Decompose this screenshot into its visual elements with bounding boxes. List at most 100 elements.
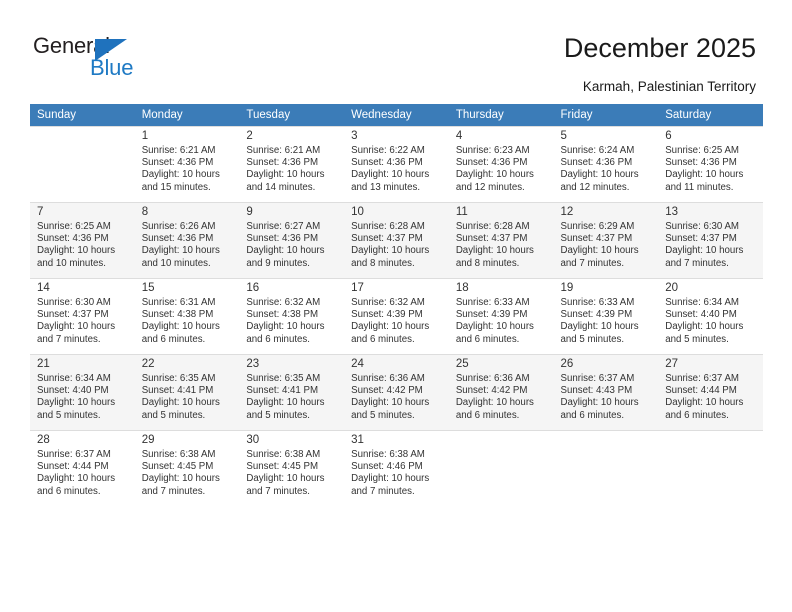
calendar-day-cell[interactable]: 8 Sunrise: 6:26 AM Sunset: 4:36 PM Dayli…	[134, 202, 240, 278]
calendar-day-cell[interactable]: 5 Sunrise: 6:24 AM Sunset: 4:36 PM Dayli…	[553, 126, 659, 202]
daylight-text-line2: and 14 minutes.	[246, 181, 316, 193]
daylight-text-line2: and 7 minutes.	[351, 485, 415, 497]
calendar-day-cell[interactable]: 29 Sunrise: 6:38 AM Sunset: 4:45 PM Dayl…	[134, 430, 240, 506]
sunset-text: Sunset: 4:36 PM	[37, 233, 109, 245]
sunset-text: Sunset: 4:44 PM	[665, 385, 737, 397]
sunrise-text: Sunrise: 6:28 AM	[455, 221, 530, 232]
calendar-day-cell[interactable]: 23 Sunrise: 6:35 AM Sunset: 4:41 PM Dayl…	[239, 354, 345, 430]
day-details: Sunrise: 6:37 AM Sunset: 4:44 PM Dayligh…	[37, 449, 129, 498]
day-details: Sunrise: 6:29 AM Sunset: 4:37 PM Dayligh…	[561, 221, 653, 270]
day-details: Sunrise: 6:38 AM Sunset: 4:45 PM Dayligh…	[142, 449, 234, 498]
day-number: 9	[246, 206, 253, 218]
calendar-day-cell[interactable]: 14 Sunrise: 6:30 AM Sunset: 4:37 PM Dayl…	[30, 278, 135, 354]
calendar-day-cell[interactable]: 28 Sunrise: 6:37 AM Sunset: 4:44 PM Dayl…	[30, 430, 135, 506]
daylight-text-line2: and 7 minutes.	[665, 257, 729, 269]
calendar-day-cell[interactable]: 18 Sunrise: 6:33 AM Sunset: 4:39 PM Dayl…	[448, 278, 554, 354]
sunrise-text: Sunrise: 6:26 AM	[141, 221, 216, 232]
calendar-day-cell[interactable]: 25 Sunrise: 6:36 AM Sunset: 4:42 PM Dayl…	[448, 354, 554, 430]
sunrise-text: Sunrise: 6:38 AM	[351, 449, 425, 460]
calendar-day-cell[interactable]: 17 Sunrise: 6:32 AM Sunset: 4:39 PM Dayl…	[344, 278, 449, 354]
page-subtitle-location: Karmah, Palestinian Territory	[582, 79, 756, 94]
sunrise-text: Sunrise: 6:25 AM	[37, 221, 111, 232]
calendar-day-cell[interactable]: 26 Sunrise: 6:37 AM Sunset: 4:43 PM Dayl…	[553, 354, 659, 430]
sunset-text: Sunset: 4:36 PM	[141, 157, 214, 169]
calendar-day-cell[interactable]: 31 Sunrise: 6:38 AM Sunset: 4:46 PM Dayl…	[344, 430, 449, 506]
daylight-text-line1: Daylight: 10 hours	[141, 245, 220, 257]
calendar-day-cell[interactable]: 10 Sunrise: 6:28 AM Sunset: 4:37 PM Dayl…	[344, 202, 449, 278]
sunrise-text: Sunrise: 6:35 AM	[246, 373, 321, 384]
calendar-day-cell[interactable]: 19 Sunrise: 6:33 AM Sunset: 4:39 PM Dayl…	[553, 278, 659, 354]
calendar-day-cell[interactable]: 27 Sunrise: 6:37 AM Sunset: 4:44 PM Dayl…	[658, 354, 763, 430]
day-number: 4	[455, 130, 463, 142]
calendar-day-cell[interactable]: 12 Sunrise: 6:29 AM Sunset: 4:37 PM Dayl…	[553, 202, 659, 278]
general-blue-logo[interactable]: General Blue	[33, 33, 233, 89]
calendar-day-cell[interactable]: 16 Sunrise: 6:32 AM Sunset: 4:38 PM Dayl…	[239, 278, 345, 354]
sunrise-text: Sunrise: 6:38 AM	[246, 449, 321, 460]
daylight-text-line2: and 11 minutes.	[665, 181, 734, 193]
daylight-text-line2: and 10 minutes.	[37, 257, 106, 269]
calendar-day-cell[interactable]: 6 Sunrise: 6:25 AM Sunset: 4:36 PM Dayli…	[658, 126, 763, 202]
weekday-header-friday: Friday	[553, 104, 659, 126]
daylight-text-line2: and 6 minutes.	[665, 409, 729, 421]
daylight-text-line1: Daylight: 10 hours	[351, 397, 430, 409]
sunset-text: Sunset: 4:39 PM	[455, 309, 528, 321]
sunset-text: Sunset: 4:36 PM	[351, 157, 423, 169]
daylight-text-line2: and 8 minutes.	[455, 257, 520, 269]
daylight-text-line1: Daylight: 10 hours	[246, 245, 325, 257]
weekday-header-monday: Monday	[134, 104, 240, 126]
daylight-text-line1: Daylight: 10 hours	[560, 397, 639, 409]
daylight-text-line1: Daylight: 10 hours	[560, 321, 639, 333]
sunset-text: Sunset: 4:45 PM	[141, 461, 214, 473]
day-number: 24	[351, 358, 364, 370]
sunset-text: Sunset: 4:43 PM	[560, 385, 633, 397]
daylight-text-line2: and 7 minutes.	[246, 485, 310, 497]
day-number: 30	[246, 434, 260, 446]
daylight-text-line2: and 9 minutes.	[246, 257, 310, 269]
calendar-day-cell[interactable]: 1 Sunrise: 6:21 AM Sunset: 4:36 PM Dayli…	[134, 126, 240, 202]
sunrise-text: Sunrise: 6:25 AM	[665, 145, 739, 156]
day-number: 27	[665, 358, 679, 370]
daylight-text-line1: Daylight: 10 hours	[246, 473, 325, 485]
sunrise-text: Sunrise: 6:27 AM	[246, 221, 321, 232]
daylight-text-line1: Daylight: 10 hours	[455, 169, 534, 181]
calendar-day-cell[interactable]: 30 Sunrise: 6:38 AM Sunset: 4:45 PM Dayl…	[239, 430, 345, 506]
calendar-day-cell[interactable]: 22 Sunrise: 6:35 AM Sunset: 4:41 PM Dayl…	[134, 354, 240, 430]
calendar-day-cell[interactable]: 2 Sunrise: 6:21 AM Sunset: 4:36 PM Dayli…	[239, 126, 345, 202]
calendar-day-cell[interactable]: 11 Sunrise: 6:28 AM Sunset: 4:37 PM Dayl…	[448, 202, 554, 278]
calendar-day-cell[interactable]: 9 Sunrise: 6:27 AM Sunset: 4:36 PM Dayli…	[239, 202, 345, 278]
daylight-text-line2: and 6 minutes.	[455, 409, 520, 421]
daylight-text-line1: Daylight: 10 hours	[246, 321, 325, 333]
sunrise-text: Sunrise: 6:28 AM	[351, 221, 425, 232]
sunset-text: Sunset: 4:38 PM	[246, 309, 319, 321]
calendar-day-cell[interactable]: 15 Sunrise: 6:31 AM Sunset: 4:38 PM Dayl…	[134, 278, 240, 354]
sunset-text: Sunset: 4:36 PM	[246, 157, 319, 169]
calendar-day-cell[interactable]: 7 Sunrise: 6:25 AM Sunset: 4:36 PM Dayli…	[30, 202, 135, 278]
daylight-text-line2: and 6 minutes.	[351, 333, 415, 345]
sunset-text: Sunset: 4:37 PM	[351, 233, 423, 245]
weekday-header-wednesday: Wednesday	[344, 104, 449, 126]
daylight-text-line1: Daylight: 10 hours	[141, 473, 220, 485]
calendar-day-cell[interactable]: 13 Sunrise: 6:30 AM Sunset: 4:37 PM Dayl…	[658, 202, 763, 278]
calendar-day-cell[interactable]: 4 Sunrise: 6:23 AM Sunset: 4:36 PM Dayli…	[448, 126, 554, 202]
sunrise-text: Sunrise: 6:31 AM	[141, 297, 216, 308]
calendar-day-cell[interactable]: 3 Sunrise: 6:22 AM Sunset: 4:36 PM Dayli…	[344, 126, 449, 202]
calendar-day-cell[interactable]: 20 Sunrise: 6:34 AM Sunset: 4:40 PM Dayl…	[658, 278, 763, 354]
daylight-text-line1: Daylight: 10 hours	[141, 397, 220, 409]
day-number: 6	[665, 130, 672, 142]
daylight-text-line1: Daylight: 10 hours	[455, 397, 534, 409]
calendar-day-cell	[448, 430, 554, 506]
daylight-text-line1: Daylight: 10 hours	[246, 169, 325, 181]
day-number: 3	[351, 130, 358, 142]
day-details: Sunrise: 6:21 AM Sunset: 4:36 PM Dayligh…	[142, 145, 234, 194]
sunrise-text: Sunrise: 6:30 AM	[665, 221, 739, 232]
calendar-day-cell[interactable]: 21 Sunrise: 6:34 AM Sunset: 4:40 PM Dayl…	[30, 354, 135, 430]
weekday-header-sunday: Sunday	[30, 104, 135, 126]
daylight-text-line1: Daylight: 10 hours	[351, 245, 430, 257]
sunset-text: Sunset: 4:44 PM	[37, 461, 109, 473]
daylight-text-line2: and 8 minutes.	[351, 257, 415, 269]
sunset-text: Sunset: 4:42 PM	[351, 385, 423, 397]
sunset-text: Sunset: 4:36 PM	[141, 233, 214, 245]
day-details: Sunrise: 6:25 AM Sunset: 4:36 PM Dayligh…	[37, 221, 129, 270]
calendar-day-cell[interactable]: 24 Sunrise: 6:36 AM Sunset: 4:42 PM Dayl…	[344, 354, 449, 430]
daylight-text-line1: Daylight: 10 hours	[246, 397, 325, 409]
